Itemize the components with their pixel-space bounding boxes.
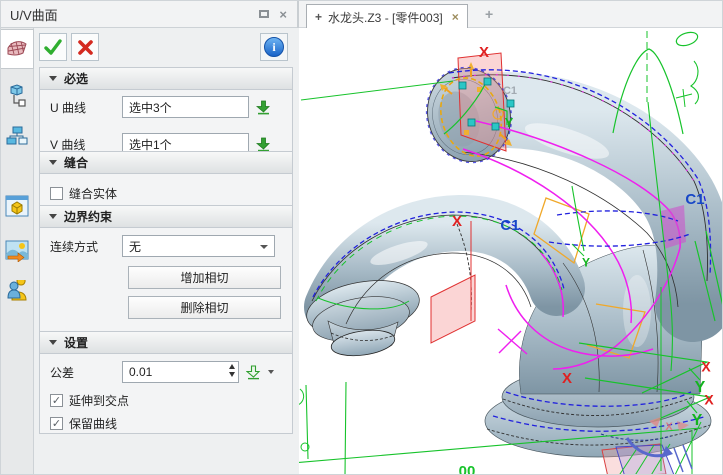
chevron-down-icon[interactable] — [268, 370, 274, 374]
cancel-x-icon — [77, 39, 94, 56]
u-curves-label: U 曲线 — [50, 99, 122, 116]
axis-x-label: X — [562, 371, 572, 386]
assembly-tree-icon — [6, 84, 28, 108]
axis-x-label: X — [479, 45, 489, 60]
tolerance-input[interactable]: 0.01 — [122, 361, 239, 383]
continuity-c1-faint-label: C1 — [503, 86, 517, 97]
restore-icon[interactable] — [259, 10, 269, 18]
add-tangent-button[interactable]: 增加相切 — [128, 266, 281, 289]
axis-x-label: X — [452, 214, 462, 229]
section-required-title: 必选 — [64, 70, 88, 87]
remove-tangent-label: 删除相切 — [180, 299, 228, 316]
tolerance-value: 0.01 — [129, 365, 152, 379]
section-settings-title: 设置 — [64, 334, 88, 351]
model-viewport[interactable]: XXXXXXYYYYC1C1C100 — [299, 28, 723, 475]
dimension-text: 00 — [459, 464, 476, 475]
info-button[interactable]: i — [260, 33, 288, 61]
sidebar-tab-render[interactable] — [1, 231, 33, 271]
v-curves-label: V 曲线 — [50, 136, 122, 153]
new-tab-button[interactable]: + — [485, 6, 493, 22]
close-icon[interactable]: × — [279, 8, 287, 21]
pick-arrow-outline-icon[interactable] — [245, 364, 262, 381]
render-image-icon — [5, 240, 29, 262]
sew-solid-label: 缝合实体 — [69, 185, 117, 202]
sidebar-tab-uv-surface[interactable] — [1, 29, 34, 69]
sidebar-tab-user[interactable] — [1, 271, 33, 311]
section-boundary: 边界约束 连续方式 无 增加相切 删除相切 — [39, 205, 293, 352]
axis-x-faint-label: X — [665, 422, 672, 433]
dialog-content: i 必选 U 曲线 选中3个 V 曲线 — [34, 28, 299, 475]
collapse-triangle-icon — [49, 160, 57, 165]
uv-surface-dialog: U/V曲面 × — [1, 1, 299, 475]
pick-arrow-icon[interactable] — [255, 99, 272, 116]
collapse-triangle-icon — [49, 340, 57, 345]
ok-check-icon — [44, 38, 62, 56]
spin-down-icon[interactable] — [229, 372, 235, 377]
remove-tangent-button[interactable]: 删除相切 — [128, 296, 281, 319]
info-icon: i — [264, 37, 284, 57]
chevron-down-icon — [260, 245, 268, 249]
highlighted-face-magenta — [661, 205, 686, 249]
section-required-header[interactable]: 必选 — [40, 68, 292, 90]
view-cube-icon — [5, 195, 29, 217]
add-tangent-label: 增加相切 — [180, 269, 228, 286]
keep-curves-label: 保留曲线 — [69, 415, 117, 432]
cancel-button[interactable] — [71, 33, 99, 61]
uv-surface-icon — [6, 39, 28, 59]
manager-tab-strip — [1, 28, 34, 475]
section-settings: 设置 公差 0.01 — [39, 331, 293, 434]
document-tab-title: 水龙头.Z3 - [零件003] — [328, 9, 443, 26]
continuity-c1-label: C1 — [500, 218, 519, 233]
continuity-select[interactable]: 无 — [122, 235, 275, 257]
pick-arrow-icon[interactable] — [255, 136, 272, 153]
document-tab-icon: + — [315, 10, 322, 24]
axis-y-label: Y — [692, 413, 703, 429]
u-curves-input[interactable]: 选中3个 — [122, 96, 249, 118]
dialog-title: U/V曲面 — [10, 5, 58, 24]
dialog-titlebar[interactable]: U/V曲面 × — [1, 1, 297, 28]
tolerance-label: 公差 — [50, 364, 122, 381]
extend-to-intersection-checkbox[interactable]: ✓ — [50, 394, 63, 407]
axis-y-label: Y — [582, 256, 590, 268]
history-tree-icon — [6, 125, 28, 147]
keep-curves-checkbox[interactable]: ✓ — [50, 417, 63, 430]
continuity-label: 连续方式 — [50, 238, 122, 255]
spin-up-icon[interactable] — [229, 364, 235, 369]
continuity-value: 无 — [129, 238, 141, 255]
document-tab-bar: + 水龙头.Z3 - [零件003] × + — [299, 1, 723, 28]
sidebar-tab-assembly[interactable] — [1, 76, 33, 116]
axis-x-label: X — [701, 359, 710, 373]
document-workspace: + 水龙头.Z3 - [零件003] × + — [299, 1, 723, 475]
v-curves-value: 选中1个 — [129, 136, 172, 153]
section-sew-title: 缝合 — [64, 154, 88, 171]
axis-x-label: X — [704, 392, 713, 406]
axis-y-label: Y — [505, 116, 514, 129]
u-curves-value: 选中3个 — [129, 99, 172, 116]
section-sew-header[interactable]: 缝合 — [40, 152, 292, 174]
continuity-c1-label: C1 — [685, 192, 704, 207]
document-tab[interactable]: + 水龙头.Z3 - [零件003] × — [306, 4, 468, 29]
ok-button[interactable] — [39, 33, 67, 61]
zw3d-window: U/V曲面 × — [0, 0, 723, 475]
sew-solid-checkbox[interactable] — [50, 187, 63, 200]
axis-y-label: Y — [695, 380, 706, 396]
spinner-control[interactable] — [229, 364, 235, 377]
section-settings-header[interactable]: 设置 — [40, 332, 292, 354]
sidebar-tab-view[interactable] — [1, 186, 33, 226]
collapse-triangle-icon — [49, 76, 57, 81]
collapse-triangle-icon — [49, 214, 57, 219]
sidebar-tab-history[interactable] — [1, 116, 33, 156]
tab-close-icon[interactable]: × — [452, 10, 459, 24]
section-boundary-header[interactable]: 边界约束 — [40, 206, 292, 228]
extend-to-intersection-label: 延伸到交点 — [69, 392, 129, 409]
section-boundary-title: 边界约束 — [64, 208, 112, 225]
user-icon — [6, 280, 28, 302]
